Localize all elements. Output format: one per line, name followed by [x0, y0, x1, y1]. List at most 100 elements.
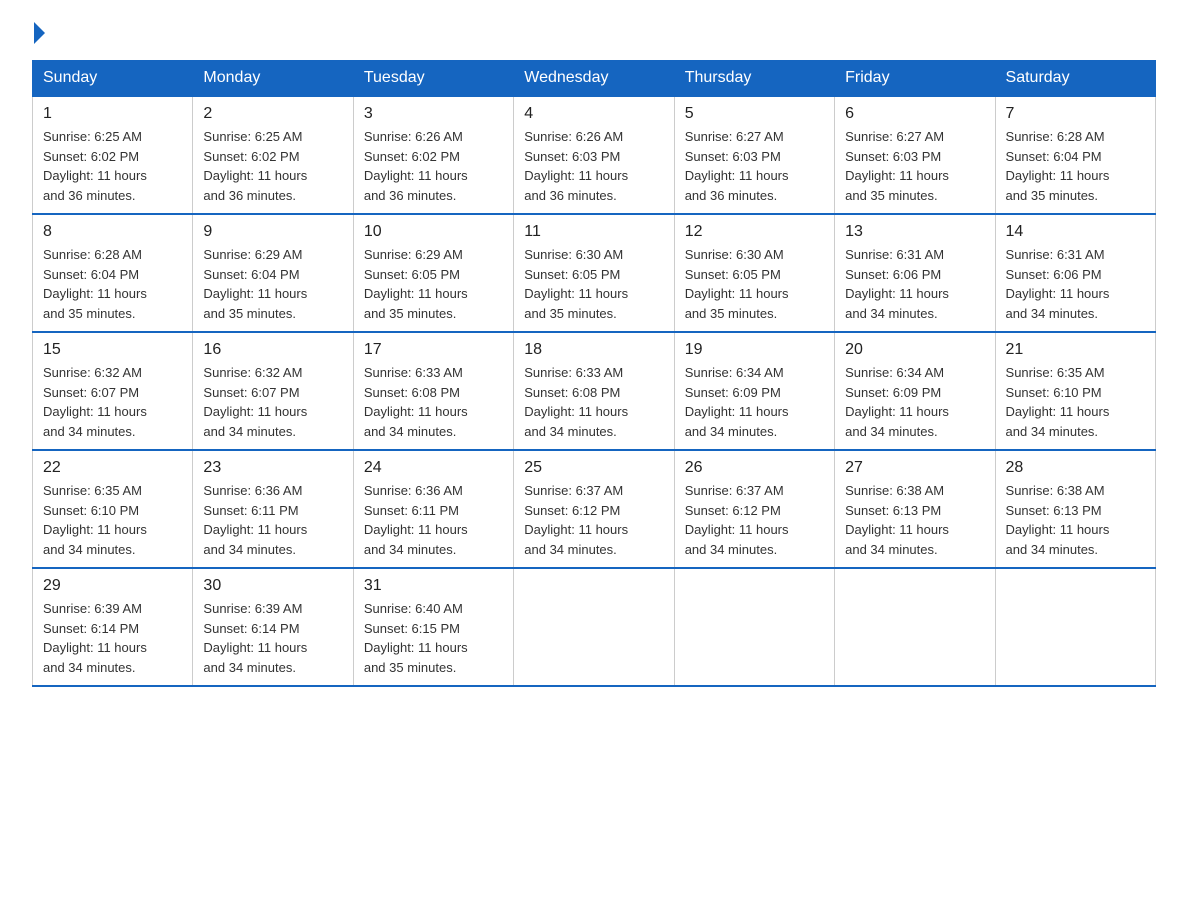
calendar-cell: 25 Sunrise: 6:37 AMSunset: 6:12 PMDayligh…	[514, 450, 674, 568]
day-info: Sunrise: 6:35 AMSunset: 6:10 PMDaylight:…	[1006, 363, 1145, 441]
calendar-cell: 31 Sunrise: 6:40 AMSunset: 6:15 PMDayligh…	[353, 568, 513, 686]
weekday-header-thursday: Thursday	[674, 61, 834, 97]
calendar-cell: 7 Sunrise: 6:28 AMSunset: 6:04 PMDaylight…	[995, 96, 1155, 214]
day-number: 4	[524, 105, 663, 123]
day-number: 18	[524, 341, 663, 359]
calendar-cell: 29 Sunrise: 6:39 AMSunset: 6:14 PMDayligh…	[33, 568, 193, 686]
calendar-cell: 8 Sunrise: 6:28 AMSunset: 6:04 PMDaylight…	[33, 214, 193, 332]
day-number: 21	[1006, 341, 1145, 359]
day-info: Sunrise: 6:36 AMSunset: 6:11 PMDaylight:…	[364, 481, 503, 559]
day-number: 19	[685, 341, 824, 359]
calendar-cell: 27 Sunrise: 6:38 AMSunset: 6:13 PMDayligh…	[835, 450, 995, 568]
day-number: 29	[43, 577, 182, 595]
calendar-cell: 16 Sunrise: 6:32 AMSunset: 6:07 PMDayligh…	[193, 332, 353, 450]
calendar-cell: 17Sunrise: 6:33 AMSunset: 6:08 PMDayligh…	[353, 332, 513, 450]
calendar-cell: 12Sunrise: 6:30 AMSunset: 6:05 PMDayligh…	[674, 214, 834, 332]
calendar-cell: 21 Sunrise: 6:35 AMSunset: 6:10 PMDayligh…	[995, 332, 1155, 450]
weekday-header-monday: Monday	[193, 61, 353, 97]
week-row-2: 8 Sunrise: 6:28 AMSunset: 6:04 PMDaylight…	[33, 214, 1156, 332]
day-info: Sunrise: 6:29 AMSunset: 6:04 PMDaylight:…	[203, 245, 342, 323]
calendar-table: SundayMondayTuesdayWednesdayThursdayFrid…	[32, 60, 1156, 687]
day-info: Sunrise: 6:35 AMSunset: 6:10 PMDaylight:…	[43, 481, 182, 559]
weekday-header-sunday: Sunday	[33, 61, 193, 97]
calendar-cell: 15 Sunrise: 6:32 AMSunset: 6:07 PMDayligh…	[33, 332, 193, 450]
weekday-header-tuesday: Tuesday	[353, 61, 513, 97]
calendar-cell: 4 Sunrise: 6:26 AMSunset: 6:03 PMDaylight…	[514, 96, 674, 214]
day-info: Sunrise: 6:37 AMSunset: 6:12 PMDaylight:…	[524, 481, 663, 559]
day-number: 8	[43, 223, 182, 241]
calendar-cell: 20 Sunrise: 6:34 AMSunset: 6:09 PMDayligh…	[835, 332, 995, 450]
calendar-cell: 9 Sunrise: 6:29 AMSunset: 6:04 PMDaylight…	[193, 214, 353, 332]
day-info: Sunrise: 6:33 AMSunset: 6:08 PMDaylight:…	[524, 363, 663, 441]
day-info: Sunrise: 6:32 AMSunset: 6:07 PMDaylight:…	[203, 363, 342, 441]
day-number: 5	[685, 105, 824, 123]
day-info: Sunrise: 6:26 AMSunset: 6:03 PMDaylight:…	[524, 127, 663, 205]
day-number: 14	[1006, 223, 1145, 241]
weekday-header-saturday: Saturday	[995, 61, 1155, 97]
day-info: Sunrise: 6:39 AMSunset: 6:14 PMDaylight:…	[43, 599, 182, 677]
day-info: Sunrise: 6:39 AMSunset: 6:14 PMDaylight:…	[203, 599, 342, 677]
week-row-3: 15 Sunrise: 6:32 AMSunset: 6:07 PMDayligh…	[33, 332, 1156, 450]
day-number: 3	[364, 105, 503, 123]
calendar-cell	[995, 568, 1155, 686]
day-number: 31	[364, 577, 503, 595]
day-number: 30	[203, 577, 342, 595]
day-info: Sunrise: 6:31 AMSunset: 6:06 PMDaylight:…	[1006, 245, 1145, 323]
day-info: Sunrise: 6:29 AMSunset: 6:05 PMDaylight:…	[364, 245, 503, 323]
day-number: 11	[524, 223, 663, 241]
calendar-cell: 2Sunrise: 6:25 AMSunset: 6:02 PMDaylight…	[193, 96, 353, 214]
day-number: 27	[845, 459, 984, 477]
calendar-cell: 18 Sunrise: 6:33 AMSunset: 6:08 PMDayligh…	[514, 332, 674, 450]
day-info: Sunrise: 6:27 AMSunset: 6:03 PMDaylight:…	[685, 127, 824, 205]
calendar-cell: 5 Sunrise: 6:27 AMSunset: 6:03 PMDaylight…	[674, 96, 834, 214]
day-number: 1	[43, 105, 182, 123]
day-number: 26	[685, 459, 824, 477]
calendar-cell: 11 Sunrise: 6:30 AMSunset: 6:05 PMDayligh…	[514, 214, 674, 332]
day-info: Sunrise: 6:40 AMSunset: 6:15 PMDaylight:…	[364, 599, 503, 677]
calendar-cell	[674, 568, 834, 686]
day-info: Sunrise: 6:36 AMSunset: 6:11 PMDaylight:…	[203, 481, 342, 559]
day-info: Sunrise: 6:28 AMSunset: 6:04 PMDaylight:…	[43, 245, 182, 323]
day-info: Sunrise: 6:28 AMSunset: 6:04 PMDaylight:…	[1006, 127, 1145, 205]
day-number: 7	[1006, 105, 1145, 123]
weekday-header-friday: Friday	[835, 61, 995, 97]
day-info: Sunrise: 6:25 AMSunset: 6:02 PMDaylight:…	[43, 127, 182, 205]
calendar-cell: 28 Sunrise: 6:38 AMSunset: 6:13 PMDayligh…	[995, 450, 1155, 568]
day-info: Sunrise: 6:27 AMSunset: 6:03 PMDaylight:…	[845, 127, 984, 205]
calendar-cell: 13Sunrise: 6:31 AMSunset: 6:06 PMDayligh…	[835, 214, 995, 332]
day-number: 6	[845, 105, 984, 123]
day-number: 10	[364, 223, 503, 241]
calendar-cell: 19 Sunrise: 6:34 AMSunset: 6:09 PMDayligh…	[674, 332, 834, 450]
day-info: Sunrise: 6:25 AMSunset: 6:02 PMDaylight:…	[203, 127, 342, 205]
day-info: Sunrise: 6:38 AMSunset: 6:13 PMDaylight:…	[1006, 481, 1145, 559]
day-number: 20	[845, 341, 984, 359]
day-info: Sunrise: 6:34 AMSunset: 6:09 PMDaylight:…	[845, 363, 984, 441]
day-info: Sunrise: 6:37 AMSunset: 6:12 PMDaylight:…	[685, 481, 824, 559]
week-row-4: 22Sunrise: 6:35 AMSunset: 6:10 PMDayligh…	[33, 450, 1156, 568]
logo-general	[32, 24, 45, 44]
day-number: 16	[203, 341, 342, 359]
day-info: Sunrise: 6:30 AMSunset: 6:05 PMDaylight:…	[685, 245, 824, 323]
calendar-cell: 26 Sunrise: 6:37 AMSunset: 6:12 PMDayligh…	[674, 450, 834, 568]
weekday-header-wednesday: Wednesday	[514, 61, 674, 97]
day-number: 25	[524, 459, 663, 477]
day-info: Sunrise: 6:32 AMSunset: 6:07 PMDaylight:…	[43, 363, 182, 441]
calendar-cell: 6 Sunrise: 6:27 AMSunset: 6:03 PMDaylight…	[835, 96, 995, 214]
day-number: 17	[364, 341, 503, 359]
calendar-cell: 3Sunrise: 6:26 AMSunset: 6:02 PMDaylight…	[353, 96, 513, 214]
weekday-header-row: SundayMondayTuesdayWednesdayThursdayFrid…	[33, 61, 1156, 97]
calendar-cell: 24Sunrise: 6:36 AMSunset: 6:11 PMDayligh…	[353, 450, 513, 568]
day-info: Sunrise: 6:34 AMSunset: 6:09 PMDaylight:…	[685, 363, 824, 441]
day-info: Sunrise: 6:38 AMSunset: 6:13 PMDaylight:…	[845, 481, 984, 559]
day-info: Sunrise: 6:30 AMSunset: 6:05 PMDaylight:…	[524, 245, 663, 323]
calendar-cell	[514, 568, 674, 686]
week-row-5: 29 Sunrise: 6:39 AMSunset: 6:14 PMDayligh…	[33, 568, 1156, 686]
logo	[32, 24, 45, 40]
calendar-cell: 23 Sunrise: 6:36 AMSunset: 6:11 PMDayligh…	[193, 450, 353, 568]
day-number: 23	[203, 459, 342, 477]
logo-arrow-icon	[34, 22, 45, 44]
day-number: 9	[203, 223, 342, 241]
day-number: 28	[1006, 459, 1145, 477]
calendar-cell: 14 Sunrise: 6:31 AMSunset: 6:06 PMDayligh…	[995, 214, 1155, 332]
day-number: 15	[43, 341, 182, 359]
